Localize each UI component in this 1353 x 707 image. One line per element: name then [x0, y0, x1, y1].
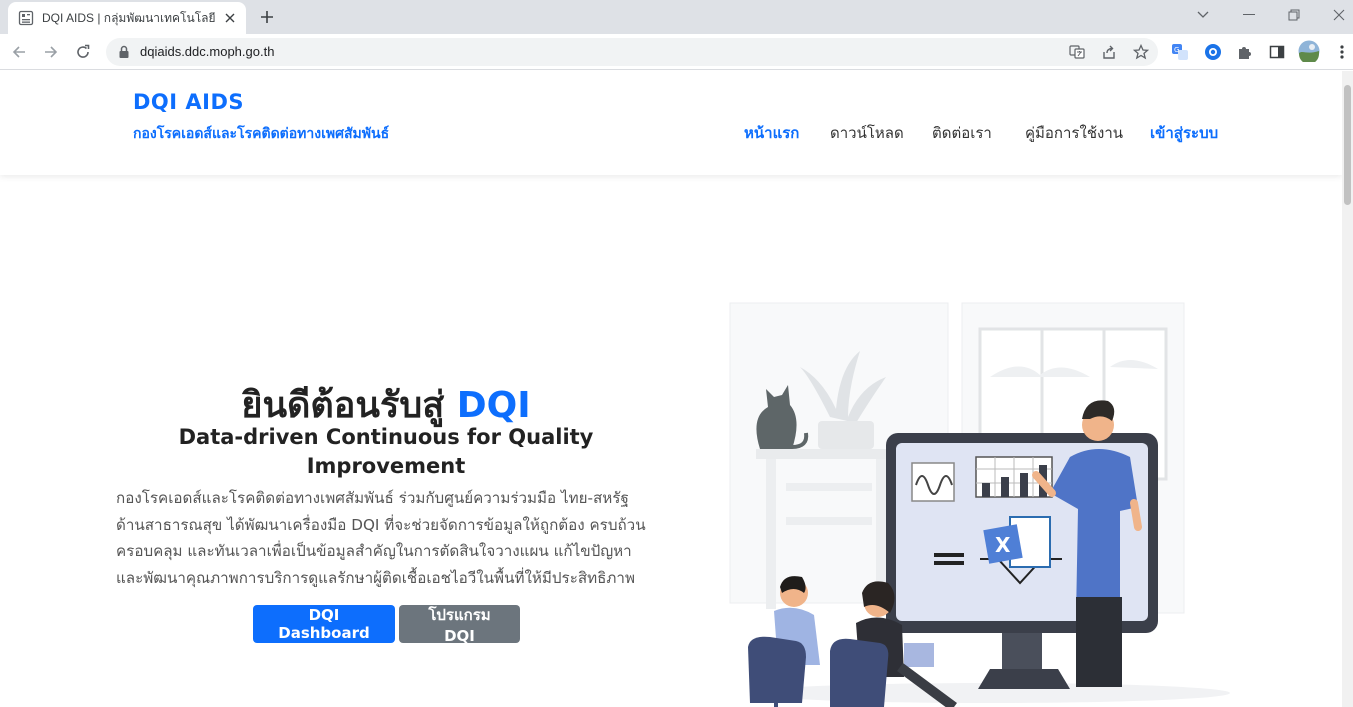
- restore-icon[interactable]: [1279, 4, 1309, 26]
- scrollbar-thumb[interactable]: [1344, 85, 1351, 205]
- back-icon[interactable]: [7, 40, 31, 64]
- nav-download[interactable]: ดาวน์โหลด: [830, 121, 904, 145]
- hero-illustration: X: [690, 297, 1230, 707]
- forward-icon[interactable]: [39, 40, 63, 64]
- extension-translate-icon[interactable]: G: [1170, 42, 1190, 62]
- nav-home[interactable]: หน้าแรก: [744, 121, 799, 145]
- tab-strip: DQI AIDS | กลุ่มพัฒนาเทคโนโลยีและ: [0, 0, 1353, 34]
- dqi-dashboard-button[interactable]: DQI Dashboard: [253, 605, 395, 643]
- reload-icon[interactable]: [71, 40, 95, 64]
- window-close-icon[interactable]: [1324, 4, 1353, 26]
- sidepanel-icon[interactable]: [1267, 42, 1287, 62]
- dqi-program-button[interactable]: โปรแกรม DQI: [399, 605, 520, 645]
- plus-icon[interactable]: [256, 6, 278, 28]
- tab-title: DQI AIDS | กลุ่มพัฒนาเทคโนโลยีและ: [42, 10, 216, 25]
- svg-text:X: X: [995, 533, 1011, 557]
- lock-icon[interactable]: [118, 44, 130, 63]
- svg-text:G: G: [1174, 46, 1179, 54]
- url-text[interactable]: dqiaids.ddc.moph.go.th: [140, 44, 274, 59]
- hero-subtitle: Data-driven Continuous for Quality Impro…: [178, 425, 594, 478]
- chevron-down-icon[interactable]: [1188, 4, 1218, 26]
- favicon-icon: [18, 10, 34, 26]
- nav-manual[interactable]: คู่มือการใช้งาน: [1025, 121, 1123, 145]
- browser-toolbar: dqiaids.ddc.moph.go.th G: [0, 34, 1353, 70]
- hero-title-prefix: ยินดีต้อนรับสู่: [241, 385, 445, 426]
- puzzle-icon[interactable]: [1235, 42, 1255, 62]
- extension-edge-icon[interactable]: [1203, 42, 1223, 62]
- site-header: DQI AIDS กองโรคเอดส์และโรคติดต่อทางเพศสั…: [0, 71, 1342, 175]
- close-icon[interactable]: [222, 10, 238, 26]
- profile-avatar[interactable]: [1298, 40, 1320, 62]
- brand-subtitle[interactable]: กองโรคเอดส์และโรคติดต่อทางเพศสัมพันธ์: [133, 123, 389, 145]
- share-icon[interactable]: [1100, 43, 1118, 61]
- brand-title[interactable]: DQI AIDS: [133, 90, 244, 114]
- page-scrollbar[interactable]: [1342, 71, 1353, 707]
- kebab-menu-icon[interactable]: [1332, 42, 1352, 62]
- minimize-icon[interactable]: [1234, 4, 1264, 26]
- translate-icon[interactable]: [1068, 43, 1086, 61]
- hero-description: กองโรคเอดส์และโรคติดต่อทางเพศสัมพันธ์ ร่…: [116, 489, 646, 587]
- address-bar[interactable]: dqiaids.ddc.moph.go.th: [106, 38, 1158, 66]
- page-viewport: DQI AIDS กองโรคเอดส์และโรคติดต่อทางเพศสั…: [0, 71, 1353, 707]
- hero-title-accent: DQI: [456, 385, 531, 426]
- nav-login[interactable]: เข้าสู่ระบบ: [1150, 121, 1218, 145]
- nav-contact[interactable]: ติดต่อเรา: [932, 121, 992, 145]
- browser-tab[interactable]: DQI AIDS | กลุ่มพัฒนาเทคโนโลยีและ: [8, 2, 246, 34]
- star-icon[interactable]: [1132, 43, 1150, 61]
